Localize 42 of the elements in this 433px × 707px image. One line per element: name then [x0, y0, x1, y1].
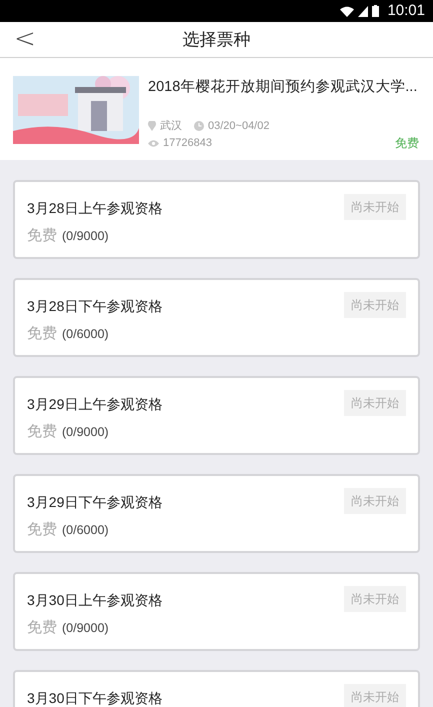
status-time: 10:01	[387, 0, 425, 21]
ticket-quota: (0/9000)	[62, 228, 109, 245]
status-badge: 尚未开始	[344, 684, 406, 707]
ticket-quota: (0/6000)	[62, 326, 109, 343]
clock-icon	[194, 121, 204, 131]
ticket-quota: (0/9000)	[62, 620, 109, 637]
event-title: 2018年樱花开放期间预约参观武汉大学...	[148, 78, 418, 97]
battery-icon	[372, 5, 380, 17]
ticket-quota: (0/6000)	[62, 522, 109, 539]
status-badge: 尚未开始	[344, 586, 406, 612]
ticket-name: 3月30日上午参观资格	[27, 591, 162, 610]
status-badge: 尚未开始	[344, 194, 406, 220]
page-title: 选择票种	[182, 28, 250, 51]
ticket-name: 3月29日下午参观资格	[27, 493, 162, 512]
ticket-card[interactable]: 3月30日下午参观资格 尚未开始	[13, 670, 420, 707]
status-badge: 尚未开始	[344, 390, 406, 416]
ticket-name: 3月28日上午参观资格	[27, 199, 162, 218]
event-price: 免费	[395, 135, 419, 152]
status-badge: 尚未开始	[344, 292, 406, 318]
ticket-quota: (0/9000)	[62, 424, 109, 441]
event-city: 武汉	[160, 118, 182, 134]
ticket-name: 3月29日上午参观资格	[27, 395, 162, 414]
view-count: 17726843	[163, 136, 212, 151]
event-dates: 03/20~04/02	[208, 118, 270, 134]
ticket-card[interactable]: 3月28日上午参观资格 尚未开始 免费 (0/9000)	[13, 180, 420, 259]
ticket-price: 免费	[27, 422, 57, 442]
back-button[interactable]: <	[14, 26, 36, 52]
ticket-card[interactable]: 3月29日上午参观资格 尚未开始 免费 (0/9000)	[13, 376, 420, 455]
ticket-name: 3月28日下午参观资格	[27, 297, 162, 316]
eye-icon	[148, 140, 159, 147]
location-pin-icon	[148, 121, 156, 131]
wifi-icon	[340, 6, 354, 16]
signal-icon	[358, 6, 368, 16]
ticket-card[interactable]: 3月29日下午参观资格 尚未开始 免费 (0/6000)	[13, 474, 420, 553]
ticket-card[interactable]: 3月28日下午参观资格 尚未开始 免费 (0/6000)	[13, 278, 420, 357]
ticket-price: 免费	[27, 618, 57, 638]
ticket-name: 3月30日下午参观资格	[27, 689, 162, 707]
ticket-price: 免费	[27, 520, 57, 540]
ticket-price: 免费	[27, 226, 57, 246]
status-badge: 尚未开始	[344, 488, 406, 514]
ticket-card[interactable]: 3月30日上午参观资格 尚未开始 免费 (0/9000)	[13, 572, 420, 651]
ticket-price: 免费	[27, 324, 57, 344]
